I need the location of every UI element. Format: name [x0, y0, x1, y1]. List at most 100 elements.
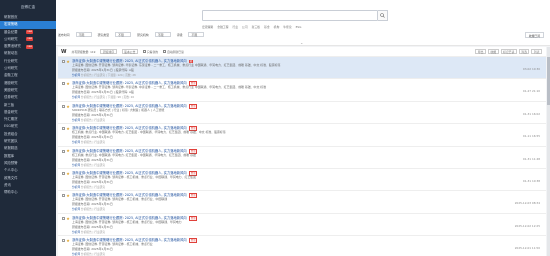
sidebar-item-label: 港股研究 [4, 80, 18, 85]
report-checkbox[interactable] [62, 82, 65, 86]
sidebar-item[interactable]: 投资组合 [0, 131, 56, 138]
sidebar-item[interactable]: 新三板 [0, 102, 56, 109]
top-bar: 宏观策略 金融工程 行业 公司 新三板 基金 机构 牛熊论 ESG ⌄ [56, 0, 550, 46]
filter-org-select[interactable]: 不限 [154, 32, 171, 37]
favorites-button[interactable]: 收藏已阅 [524, 32, 544, 38]
report-title[interactable]: 浙商证券:大制造中观策略行业跟踪: 2025, AI正式引领机器人, 实力落地新… [72, 149, 187, 153]
list-tool-button[interactable]: 列表 [531, 49, 542, 54]
star-icon[interactable]: ★ [66, 171, 70, 176]
only-new-checkbox[interactable] [142, 49, 146, 53]
sidebar-item[interactable]: 债券研究 [0, 94, 56, 101]
search-input[interactable] [202, 10, 378, 21]
star-icon[interactable]: ★ [66, 216, 70, 221]
sidebar-item[interactable]: 晨会纪要 new [0, 29, 56, 36]
category-chip[interactable]: 牛熊论 [283, 25, 291, 29]
analyst-label[interactable]: 分析师 [72, 73, 80, 77]
report-checkbox[interactable] [62, 216, 65, 220]
sidebar-item-label: 研报精选 [4, 146, 18, 151]
category-chip[interactable]: 行业 [232, 25, 238, 29]
analyst-label[interactable]: 分析师 [72, 118, 80, 122]
sort-button[interactable]: 研报排序 [100, 49, 117, 54]
report-item[interactable]: ★ 浙商证券:大制造中观策略行业跟踪: 2025, AI正式引领机器人, 实力落地… [58, 191, 546, 214]
report-list: W 共有研报数量: 119 研报排序 股本公告 只看新的 自动刷新已读 导出 收藏… [58, 47, 546, 256]
sidebar-item[interactable]: 宏观策略 [0, 21, 56, 29]
report-meta-text: 分析报告 | 行业研究 [80, 140, 106, 145]
report-checkbox[interactable] [62, 194, 65, 198]
filter-type-label: 研究类型 [97, 32, 110, 37]
auto-refresh-checkbox[interactable] [163, 49, 167, 53]
sidebar-item[interactable]: 研报动态 [0, 50, 56, 57]
category-chip[interactable]: ESG [296, 25, 302, 29]
report-item[interactable]: ★ 浙商证券:大制造中观策略行业跟踪: 2025, AI正式引领机器人, 实力落地… [58, 169, 546, 192]
sidebar-item[interactable]: 研报首页 [0, 14, 56, 21]
auto-refresh-toggle[interactable]: 自动刷新已读 [163, 49, 184, 54]
analyst-label[interactable]: 分析师 [72, 207, 80, 211]
filter-type-select[interactable]: 不限 [115, 32, 132, 37]
report-item[interactable]: ★ 浙商证券:大制造中观策略行业跟踪: 2025, AI正式引领机器人, 实力落地… [58, 147, 546, 169]
list-tool-button[interactable]: 收藏 [487, 49, 499, 54]
analyst-label[interactable]: 分析师 [72, 163, 80, 167]
report-item[interactable]: ★ 浙商证券:大制造中观策略行业跟踪: 2025, AI正式引领机器人, 实力落地… [58, 79, 546, 102]
category-chip[interactable]: 基金 [264, 25, 270, 29]
analyst-label[interactable]: 分析师 [72, 252, 80, 256]
report-checkbox[interactable] [62, 239, 65, 243]
sidebar-item[interactable]: 个人中心 [0, 167, 56, 174]
sidebar-item[interactable]: 行业研究 [0, 58, 56, 65]
sidebar-item[interactable]: 美股研究 [0, 87, 56, 94]
star-icon[interactable]: ★ [66, 238, 70, 243]
category-chip[interactable]: 新三板 [252, 25, 260, 29]
sidebar-item[interactable]: 风险预警 [0, 160, 56, 167]
pin-tag: 置顶 [188, 238, 198, 244]
report-item[interactable]: ★ 浙商证券:大制造中观策略行业跟踪: 2025, AI正式引领机器人, 实力落地… [58, 102, 546, 125]
sidebar-item[interactable]: 帮助中心 [0, 189, 56, 196]
report-item[interactable]: ★ 浙商证券:大制造中观策略行业跟踪: 2025, AI正式引领机器人, 实力落地… [58, 214, 546, 237]
report-checkbox[interactable] [62, 127, 65, 131]
sidebar-item[interactable]: 外汇期货 [0, 116, 56, 123]
star-icon[interactable]: ★ [66, 59, 70, 64]
list-tool-button[interactable]: 筛选 [518, 49, 530, 54]
star-icon[interactable]: ★ [66, 104, 70, 109]
category-chip[interactable]: 公司 [242, 25, 248, 29]
analyst-label[interactable]: 分析师 [72, 95, 80, 99]
star-icon[interactable]: ★ [66, 193, 70, 198]
sidebar-item[interactable]: 研报精选 [0, 145, 56, 152]
list-tool-button[interactable]: 标记已读 [500, 49, 517, 54]
report-date: 01-31 10:38 [522, 178, 540, 183]
report-item[interactable]: ★ 浙商证券:大制造中观策略行业跟踪: 2025, AI正式引领机器人, 实力落地… [58, 236, 546, 256]
analyst-label[interactable]: 分析师 [72, 140, 80, 144]
report-item[interactable]: ★ 浙商证券:大制造中观策略行业跟踪: 2025, AI正式引领机器人, 实力落地… [58, 57, 546, 80]
category-chip[interactable]: 金融工程 [217, 25, 228, 29]
sidebar-item[interactable]: 股票池研究 new [0, 43, 56, 50]
sidebar-item[interactable]: 公司研究 new [0, 36, 56, 43]
report-checkbox[interactable] [62, 60, 65, 63]
analyst-label[interactable]: 分析师 [72, 185, 80, 189]
report-checkbox[interactable] [62, 149, 65, 153]
sidebar-item[interactable]: 资讯 [0, 182, 56, 189]
brand-mark: W [61, 48, 67, 55]
sidebar-item[interactable]: 基金研究 [0, 109, 56, 116]
list-tool-button[interactable]: 导出 [475, 49, 486, 54]
sidebar-item-label: 公司研究 [4, 66, 18, 71]
report-item[interactable]: ★ 浙商证券:大制造中观策略行业跟踪: 2025, AI正式引领机器人, 实力落地… [58, 124, 546, 147]
chevron-down-icon[interactable]: ⌄ [300, 40, 303, 45]
category-chip[interactable]: 机构 [274, 25, 280, 29]
sidebar-item[interactable]: 政策文件 [0, 175, 56, 182]
category-chip[interactable]: 宏观策略 [202, 25, 213, 29]
star-icon[interactable]: ★ [66, 126, 70, 131]
sidebar-item[interactable]: 港股研究 [0, 80, 56, 87]
analyst-label[interactable]: 分析师 [72, 230, 80, 234]
sidebar-item[interactable]: 数据库 [0, 153, 56, 160]
sidebar-item[interactable]: ESG研究 [0, 123, 56, 130]
report-checkbox[interactable] [62, 104, 65, 108]
filter-date-select[interactable]: 不限 [75, 32, 92, 37]
filter-rating-select[interactable]: 不限 [188, 32, 205, 37]
star-icon[interactable]: ★ [66, 148, 70, 153]
search-button[interactable] [378, 10, 388, 21]
sidebar-item[interactable]: 公司研究 [0, 65, 56, 72]
sidebar-item[interactable]: 研究团队 [0, 138, 56, 145]
report-checkbox[interactable] [62, 171, 65, 175]
only-new-toggle[interactable]: 只看新的 [142, 49, 158, 54]
sidebar-item[interactable]: 金融工程 [0, 72, 56, 79]
filter-button[interactable]: 股本公告 [121, 49, 138, 54]
star-icon[interactable]: ★ [66, 81, 70, 86]
